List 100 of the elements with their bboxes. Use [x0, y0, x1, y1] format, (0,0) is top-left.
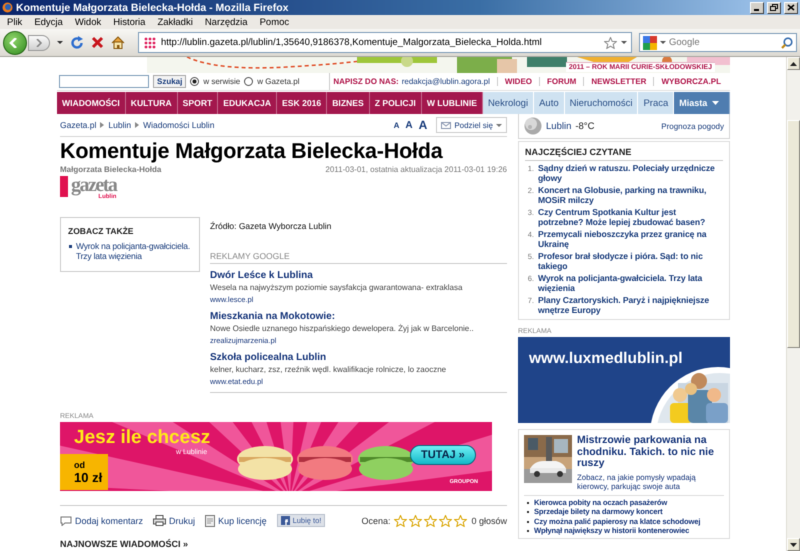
- action-link[interactable]: Drukuj: [153, 515, 196, 526]
- star-icon[interactable]: [424, 514, 438, 526]
- ad-banner[interactable]: www.luxmedlublin.pl: [518, 337, 730, 423]
- nav-link[interactable]: Nekrologi: [482, 92, 534, 114]
- caret-icon[interactable]: [621, 41, 627, 44]
- scroll-down-button[interactable]: [787, 538, 800, 551]
- breadcrumb-link[interactable]: Wiadomości Lublin: [143, 120, 214, 130]
- headline-link[interactable]: Sądny dzień w ratuszu. Poleciały urzędnicze głowy: [538, 163, 723, 183]
- breadcrumb-link[interactable]: Gazeta.pl: [60, 120, 96, 130]
- top-link[interactable]: NEWSLETTER: [583, 77, 654, 86]
- caret-icon[interactable]: [496, 124, 502, 126]
- menu-item[interactable]: Historia: [107, 16, 152, 28]
- ad-text: kelner, kucharz, zsz, rzeźnik wędl. kwalifikacje rolnicze, lo zaoczne: [210, 365, 448, 375]
- city-link[interactable]: Lublin: [546, 120, 572, 132]
- share-button[interactable]: Podziel się: [436, 117, 507, 133]
- bookmark-star-icon[interactable]: [604, 36, 617, 48]
- forecast-link[interactable]: Prognoza pogody: [661, 122, 724, 130]
- breadcrumb-link[interactable]: Lublin: [108, 120, 132, 130]
- star-icon[interactable]: [439, 514, 452, 526]
- up-arrow-icon[interactable]: [790, 62, 797, 66]
- like-icon[interactable]: [280, 516, 290, 525]
- window-button[interactable]: [750, 2, 764, 14]
- home-icon[interactable]: [111, 36, 125, 49]
- nav-link[interactable]: WIADOMOŚCI: [57, 92, 126, 114]
- article-title: Komentuje Małgorzata Bielecka-Hołda: [60, 139, 444, 163]
- window-button[interactable]: [784, 2, 798, 14]
- top-link[interactable]: WIDEO: [496, 77, 539, 86]
- top-link[interactable]: WYBORCZA.PL: [653, 77, 728, 86]
- search-engine-icon[interactable]: [643, 36, 657, 50]
- source-text: Źródło: Gazeta Wyborcza Lublin: [210, 221, 332, 231]
- nav-link[interactable]: BIZNES: [327, 92, 370, 114]
- search-field[interactable]: [59, 75, 149, 88]
- star-rating[interactable]: [394, 514, 468, 526]
- close-icon[interactable]: [787, 4, 795, 11]
- caret-icon[interactable]: [57, 41, 63, 44]
- document-icon[interactable]: [205, 514, 216, 526]
- font-size-link[interactable]: A: [405, 120, 413, 130]
- star-icon[interactable]: [409, 514, 422, 526]
- font-size-link[interactable]: A: [394, 120, 400, 130]
- breadcrumb-arrow-icon: [135, 122, 140, 128]
- menu-item[interactable]: Narzędzia: [198, 16, 254, 28]
- radio-label[interactable]: w Gazeta.pl: [257, 77, 300, 86]
- nav-link[interactable]: ESK 2016: [277, 92, 328, 114]
- radio-button[interactable]: [190, 77, 200, 86]
- back-button[interactable]: [3, 30, 27, 54]
- ad-title[interactable]: Dwór Leśce k Lublina: [210, 270, 507, 282]
- action-link[interactable]: Kup licencję: [205, 514, 267, 526]
- menu-item[interactable]: Edycja: [28, 16, 69, 28]
- menu-item[interactable]: Plik: [1, 16, 28, 28]
- ad-title[interactable]: Szkoła policealna Lublin: [210, 352, 507, 364]
- nav-link[interactable]: Nieruchomości: [564, 92, 638, 114]
- address-field[interactable]: http://lublin.gazeta.pl/lublin/1,35640,9186378,Komentuje_Malgorzata_Bielecka_Holda.html: [138, 32, 632, 53]
- scroll-up-button[interactable]: [787, 57, 800, 70]
- nav-link[interactable]: EDUKACJA: [218, 92, 278, 114]
- nav-link[interactable]: SPORT: [178, 92, 218, 114]
- search-field[interactable]: Google: [639, 33, 797, 52]
- mail-icon[interactable]: [441, 122, 452, 128]
- headline-link[interactable]: Przemycali nieboszczyka przez granicę na Ukrainę: [538, 229, 723, 249]
- search-icon[interactable]: [781, 36, 793, 48]
- reload-icon[interactable]: [70, 36, 84, 50]
- star-icon[interactable]: [394, 514, 408, 526]
- headline-link[interactable]: Koncert na Globusie, parking na trawniku, MOSiR milczy: [538, 185, 723, 205]
- menu-item[interactable]: Widok: [68, 16, 108, 28]
- window-button[interactable]: [767, 2, 781, 14]
- down-arrow-icon[interactable]: [790, 542, 797, 546]
- nav-link[interactable]: Praca: [638, 92, 674, 114]
- search-button[interactable]: Szukaj: [153, 75, 186, 88]
- printer-icon[interactable]: [153, 515, 166, 526]
- forward-button[interactable]: [28, 34, 50, 50]
- email-link[interactable]: redakcja@lublin.agora.pl: [398, 77, 497, 86]
- nav-link[interactable]: Auto: [534, 92, 565, 114]
- headline-link[interactable]: Wyrok na policjanta-gwałciciela. Trzy lata więzienia: [538, 273, 723, 293]
- contact-label: NAPISZ DO NAS:: [333, 77, 399, 86]
- feature-title[interactable]: Mistrzowie parkowania na chodniku. Takich. to nic nie ruszy: [577, 435, 724, 470]
- ad-title[interactable]: Mieszkania na Mokotowie:: [210, 311, 507, 323]
- nav-link[interactable]: Z POLICJI: [370, 92, 422, 114]
- action-link[interactable]: Dodaj komentarz: [60, 516, 144, 526]
- menu-item[interactable]: Zakładki: [151, 16, 199, 28]
- nav-link[interactable]: W LUBLINIE: [422, 92, 483, 114]
- nav-link[interactable]: KULTURA: [126, 92, 178, 114]
- author-name: Małgorzata Bielecka-Hołda: [60, 165, 162, 174]
- ad-cta-button[interactable]: TUTAJ »: [410, 445, 476, 465]
- font-size-link[interactable]: A: [418, 118, 428, 132]
- stop-icon[interactable]: [91, 36, 104, 49]
- nav-link[interactable]: Miasta: [674, 92, 730, 114]
- headline-link[interactable]: Profesor brał słodycze i pióra. Sąd: to nic takiego: [538, 251, 723, 271]
- related-link[interactable]: Wyrok na policjanta-gwałciciela. Trzy lata więzienia: [68, 241, 192, 261]
- radio-label[interactable]: w serwisie: [203, 77, 240, 86]
- headline-link[interactable]: Plany Czartoryskich. Paryż i najpiękniejsze wnętrze Europy: [538, 295, 723, 315]
- ad-headline: www.luxmedlublin.pl: [529, 350, 683, 368]
- breadcrumb-arrow-icon: [100, 122, 104, 128]
- top-link[interactable]: FORUM: [539, 77, 584, 86]
- speech-bubble-icon[interactable]: [60, 516, 72, 526]
- radio-button[interactable]: [244, 77, 254, 86]
- headline-link[interactable]: Czy Centrum Spotkania Kultur jest potrzebne? Może lepiej zbudować basen?: [538, 207, 723, 227]
- menu-item[interactable]: Pomoc: [254, 16, 296, 28]
- restore-icon[interactable]: [770, 4, 778, 11]
- scrollbar-thumb[interactable]: [787, 120, 800, 348]
- caret-icon[interactable]: [660, 41, 666, 44]
- star-icon[interactable]: [454, 514, 468, 526]
